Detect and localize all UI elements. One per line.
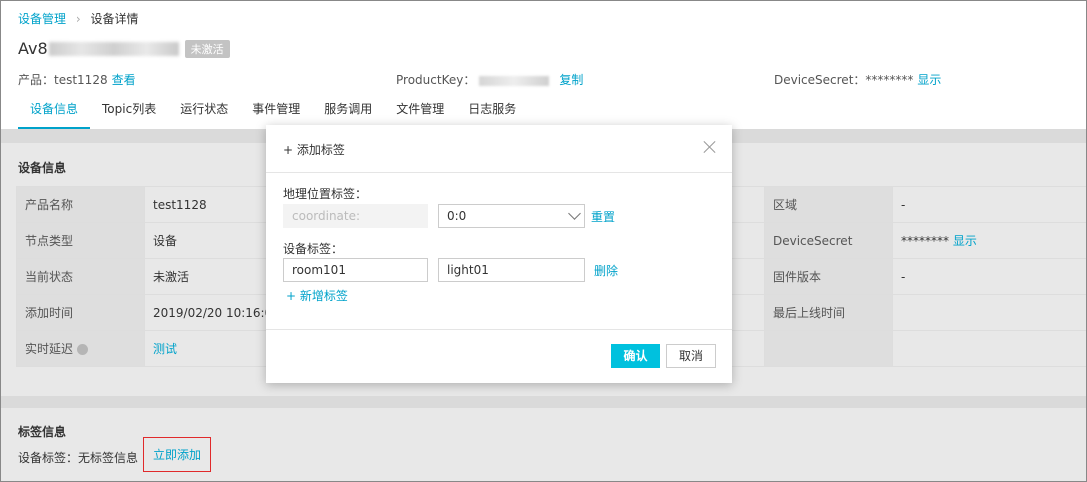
cell-value — [892, 294, 1086, 331]
tag-key-input[interactable] — [283, 258, 428, 282]
copy-productkey-link[interactable]: 复制 — [559, 73, 583, 87]
cell-label — [764, 330, 893, 367]
device-name-blurred — [48, 41, 179, 56]
product-label: 产品：test1128 — [18, 73, 108, 87]
productkey-meta: ProductKey： 复制 — [396, 71, 583, 88]
product-meta: 产品：test1128 查看 — [18, 71, 136, 88]
breadcrumb: 设备管理 › 设备详情 — [18, 10, 139, 27]
cell-label: 最后上线时间 — [764, 294, 893, 331]
dialog-header: + 添加标签 — [266, 125, 732, 173]
device-tag-label: 设备标签： — [283, 242, 344, 256]
close-icon[interactable] — [702, 139, 718, 155]
cell-label: 实时延迟 — [16, 330, 145, 367]
confirm-button[interactable]: 确认 — [611, 344, 660, 368]
tab-topic-list[interactable]: Topic列表 — [90, 101, 168, 129]
cell-value: - — [892, 186, 1086, 223]
cell-value: ******** 显示 — [892, 222, 1086, 259]
geo-key-input — [283, 204, 428, 228]
secret-meta: DeviceSecret：******** 显示 — [774, 71, 941, 88]
add-tag-dialog: + 添加标签 地理位置标签： 0:0 重置 设备标签： 删除 + 新增标签 确认… — [266, 125, 732, 383]
app-frame: 设备管理 › 设备详情 Av8 未激活 产品：test1128 查看 Produc… — [0, 0, 1087, 482]
cell-label: 区域 — [764, 186, 893, 223]
chevron-down-icon — [568, 207, 581, 220]
geo-value-select[interactable]: 0:0 — [438, 204, 585, 228]
cell-label: 节点类型 — [16, 222, 145, 259]
geo-value-text: 0:0 — [447, 209, 467, 223]
tab-device-info[interactable]: 设备信息 — [18, 101, 91, 129]
productkey-blurred — [479, 75, 550, 86]
breadcrumb-separator-icon: › — [75, 12, 81, 26]
cell-label: DeviceSecret — [764, 222, 893, 259]
tag-value-input[interactable] — [438, 258, 585, 282]
page-title: Av8 未激活 — [18, 39, 230, 58]
devicesecret-label: DeviceSecret：******** — [774, 73, 914, 87]
test-link[interactable]: 测试 — [153, 342, 177, 356]
latency-label: 实时延迟 — [25, 342, 74, 356]
dialog-footer-divider — [266, 329, 732, 330]
cell-label: 产品名称 — [16, 186, 145, 223]
add-new-tag-link[interactable]: + 新增标签 — [286, 287, 348, 304]
productkey-label: ProductKey： — [396, 73, 476, 87]
add-tag-now-link[interactable]: 立即添加 — [143, 437, 211, 472]
help-icon[interactable] — [77, 344, 89, 355]
device-tags-text: 设备标签：无标签信息 — [18, 451, 139, 465]
breadcrumb-current: 设备详情 — [90, 12, 139, 26]
show-secret-link[interactable]: 显示 — [917, 73, 941, 87]
cancel-button[interactable]: 取消 — [666, 344, 716, 368]
reset-link[interactable]: 重置 — [591, 208, 615, 225]
tab-runtime-status[interactable]: 运行状态 — [168, 101, 240, 129]
cell-label: 固件版本 — [764, 258, 893, 295]
cell-value — [892, 330, 1086, 367]
section-divider — [1, 396, 1086, 408]
cell-label: 当前状态 — [16, 258, 145, 295]
cell-label: 添加时间 — [16, 294, 145, 331]
geo-tag-label: 地理位置标签： — [283, 187, 368, 201]
tag-info-title: 标签信息 — [18, 425, 67, 439]
delete-tag-link[interactable]: 删除 — [594, 262, 618, 279]
cell-value: - — [892, 258, 1086, 295]
device-info-title: 设备信息 — [18, 161, 67, 175]
device-name-prefix: Av8 — [18, 39, 48, 58]
secret-mask: ******** — [901, 234, 949, 248]
status-badge: 未激活 — [184, 39, 230, 58]
dialog-title: + 添加标签 — [283, 143, 345, 157]
view-product-link[interactable]: 查看 — [112, 73, 136, 87]
breadcrumb-device-management[interactable]: 设备管理 — [18, 12, 66, 26]
show-secret-table-link[interactable]: 显示 — [953, 234, 977, 248]
